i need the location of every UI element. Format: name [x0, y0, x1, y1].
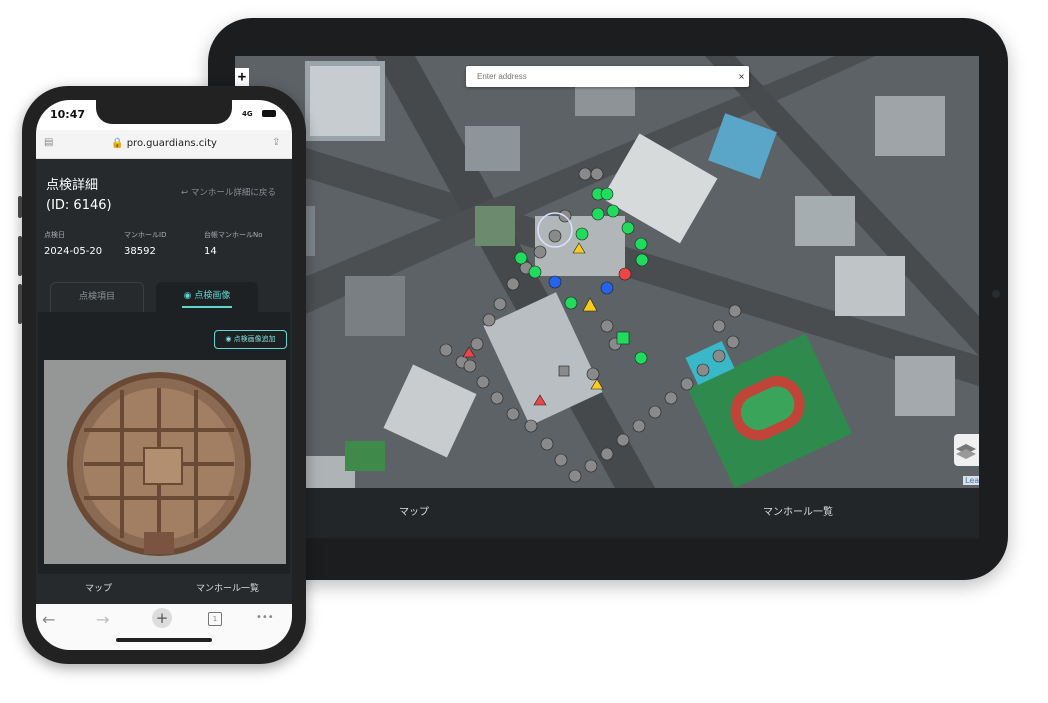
url-domain: pro.guardians.city [126, 138, 217, 149]
nav-map-tab[interactable]: マップ [399, 488, 429, 538]
layers-icon[interactable] [954, 434, 979, 466]
detail-tabs: 点検項目 ◉ 点検画像 [36, 282, 292, 317]
url-text[interactable]: 🔒 pro.guardians.city [36, 130, 292, 158]
more-menu-icon[interactable]: ••• [256, 612, 274, 623]
phone-device: 10:47 4G ▤ 🔒 pro.guardians.city ⇪ 点検詳細 (… [18, 86, 306, 664]
camera-icon: ◉ [225, 335, 232, 343]
browser-toolbar: ← → + 1 ••• [36, 604, 292, 650]
meta-label-manhole-id: マンホールID [124, 231, 167, 239]
tablet-bottom-nav: マップ マンホール一覧 [235, 488, 979, 538]
map-attribution-link[interactable]: Lea [963, 476, 979, 485]
active-tab-indicator [182, 306, 232, 308]
nav-manhole-list-tab[interactable]: マンホール一覧 [196, 574, 259, 604]
add-inspection-image-label: 点検画像追加 [233, 335, 276, 343]
camera-icon: ◉ [183, 291, 192, 301]
phone-notch [96, 100, 232, 124]
back-arrow-icon[interactable]: ← [42, 610, 55, 629]
meta-value-date: 2024-05-20 [44, 246, 103, 257]
meta-label-ledger-no: 台帳マンホールNo [204, 231, 263, 239]
inspection-id: (ID: 6146) [46, 198, 112, 213]
add-inspection-image-button[interactable]: ◉ 点検画像追加 [214, 330, 287, 349]
zoom-in-button[interactable]: + [235, 68, 249, 86]
page-title: 点検詳細 (ID: 6146) [46, 176, 112, 216]
network-indicator: 4G [242, 110, 253, 118]
tablet-screen: × + Lea マップ マンホール一覧 [235, 56, 979, 538]
page-title-text: 点検詳細 [46, 178, 99, 193]
browser-url-bar[interactable]: ▤ 🔒 pro.guardians.city ⇪ [36, 130, 292, 159]
back-to-manhole-link[interactable]: ↩ マンホール詳細に戻る [181, 186, 276, 198]
home-indicator [116, 638, 212, 642]
phone-side-button [18, 196, 22, 218]
tab-inspection-images-label: 点検画像 [194, 291, 231, 301]
new-tab-icon[interactable]: + [152, 608, 172, 628]
meta-value-manhole-id: 38592 [124, 246, 156, 257]
tablet-device: × + Lea マップ マンホール一覧 [208, 18, 1008, 580]
tab-inspection-images[interactable]: ◉ 点検画像 [156, 282, 258, 316]
phone-volume-up [18, 236, 22, 276]
nav-manhole-list-tab[interactable]: マンホール一覧 [763, 488, 833, 538]
tab-count-icon[interactable]: 1 [208, 612, 222, 626]
address-search-input[interactable] [466, 66, 749, 87]
nav-map-tab[interactable]: マップ [85, 574, 112, 604]
phone-screen: 10:47 4G ▤ 🔒 pro.guardians.city ⇪ 点検詳細 (… [36, 100, 292, 650]
status-time: 10:47 [50, 108, 86, 121]
manhole-cover-photo[interactable] [44, 360, 286, 564]
meta-value-ledger-no: 14 [204, 246, 217, 257]
phone-bottom-nav: マップ マンホール一覧 [36, 574, 292, 604]
clear-address-button[interactable]: × [734, 66, 749, 87]
forward-arrow-icon[interactable]: → [96, 610, 109, 629]
phone-volume-down [18, 284, 22, 324]
satellite-map[interactable] [235, 56, 979, 488]
meta-label-date: 点検日 [44, 231, 65, 239]
images-panel: ◉ 点検画像追加 [38, 312, 290, 574]
share-icon[interactable]: ⇪ [272, 137, 280, 148]
battery-icon [262, 110, 276, 117]
